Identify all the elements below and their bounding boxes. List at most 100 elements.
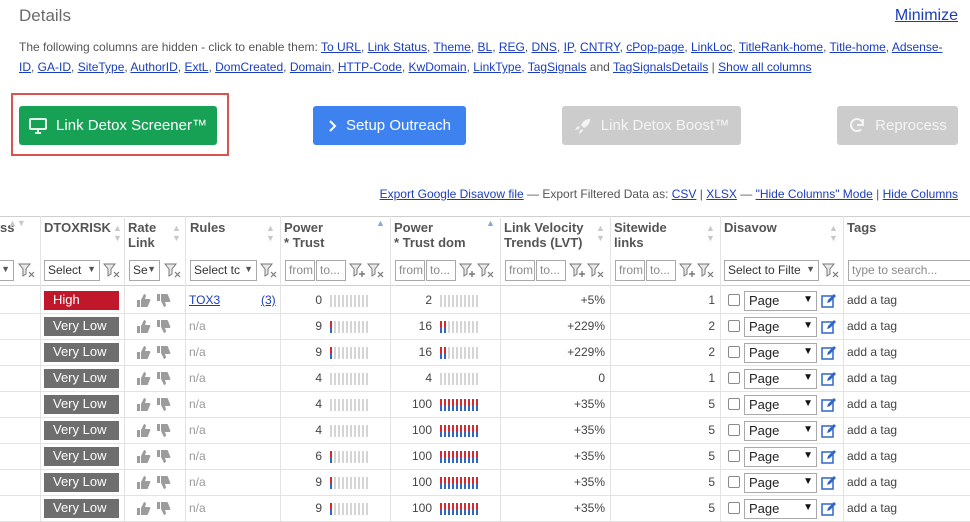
hide-columns-link[interactable]: Hide Columns <box>883 187 958 201</box>
filter-clear-icon[interactable] <box>587 263 605 279</box>
filter-select-dtoxrisk[interactable]: Select ▼ <box>44 260 100 281</box>
rate-thumbs-icon[interactable] <box>135 292 173 308</box>
disavow-level-select[interactable]: Page ▼ <box>744 343 817 363</box>
filter-clear-icon[interactable] <box>164 263 182 279</box>
filter-add-icon[interactable] <box>679 263 697 279</box>
filter-clear-icon[interactable] <box>697 263 715 279</box>
hidden-column-link[interactable]: DomCreated <box>215 60 283 74</box>
sort-icon[interactable]: ▲▼ <box>596 223 605 243</box>
col-header-rules[interactable]: Rules <box>190 220 225 235</box>
disavow-checkbox[interactable] <box>728 424 740 436</box>
col-header-tags[interactable]: Tags <box>847 220 876 235</box>
hidden-column-link[interactable]: Adsense- <box>892 40 943 54</box>
add-tag-link[interactable]: add a tag <box>847 397 897 411</box>
disavow-checkbox[interactable] <box>728 450 740 462</box>
disavow-checkbox[interactable] <box>728 372 740 384</box>
add-tag-link[interactable]: add a tag <box>847 345 897 359</box>
edit-icon[interactable] <box>821 345 837 361</box>
col-header-disavow[interactable]: Disavow <box>724 220 777 235</box>
export-disavow-link[interactable]: Export Google Disavow file <box>380 187 524 201</box>
hidden-column-link[interactable]: GA-ID <box>38 60 71 74</box>
hidden-column-link[interactable]: TitleRank-home <box>739 40 823 54</box>
add-tag-link[interactable]: add a tag <box>847 501 897 515</box>
hidden-column-link[interactable]: LinkLoc <box>691 40 732 54</box>
disavow-level-select[interactable]: Page ▼ <box>744 421 817 441</box>
hidden-column-link[interactable]: ExtL <box>184 60 208 74</box>
filter-select-rate[interactable]: Se ▼ <box>129 260 160 281</box>
rule-count-link[interactable]: (3) <box>261 293 276 307</box>
hidden-column-link[interactable]: HTTP-Code <box>338 60 402 74</box>
hidden-column-link[interactable]: Domain <box>290 60 331 74</box>
sort-icon[interactable]: ▲▼ <box>706 223 715 243</box>
disavow-checkbox[interactable] <box>728 294 740 306</box>
rate-thumbs-icon[interactable] <box>135 474 173 490</box>
hidden-column-link[interactable]: REG <box>499 40 525 54</box>
rate-thumbs-icon[interactable] <box>135 500 173 516</box>
range-to-input[interactable]: to... <box>536 260 566 281</box>
range-from-input[interactable]: from <box>395 260 425 281</box>
col-header-rate-link[interactable]: Rate Link <box>128 220 156 250</box>
add-tag-link[interactable]: add a tag <box>847 449 897 463</box>
disavow-checkbox[interactable] <box>728 476 740 488</box>
disavow-level-select[interactable]: Page ▼ <box>744 369 817 389</box>
hidden-column-link[interactable]: TagSignalsDetails <box>613 60 708 74</box>
reprocess-button[interactable]: Reprocess <box>837 106 958 145</box>
minimize-link[interactable]: Minimize <box>895 7 958 25</box>
range-from-input[interactable]: from <box>285 260 315 281</box>
filter-clear-icon[interactable] <box>367 263 385 279</box>
filter-select-disavow[interactable]: Select to Filte ▼ <box>724 260 819 281</box>
range-from-input[interactable]: from <box>615 260 645 281</box>
sort-icon[interactable]: ▲▼ <box>113 223 122 243</box>
sort-icon[interactable]: ▲▼ <box>266 223 275 243</box>
add-tag-link[interactable]: add a tag <box>847 319 897 333</box>
filter-clear-icon[interactable] <box>477 263 495 279</box>
filter-clear-icon[interactable] <box>822 263 840 279</box>
disavow-level-select[interactable]: Page ▼ <box>744 473 817 493</box>
range-to-input[interactable]: to... <box>646 260 676 281</box>
add-tag-link[interactable]: add a tag <box>847 293 897 307</box>
link-detox-boost-button[interactable]: Link Detox Boost™ <box>562 106 741 145</box>
rate-thumbs-icon[interactable] <box>135 370 173 386</box>
edit-icon[interactable] <box>821 293 837 309</box>
filter-clear-icon[interactable] <box>18 263 36 279</box>
rate-thumbs-icon[interactable] <box>135 448 173 464</box>
add-tag-link[interactable]: add a tag <box>847 475 897 489</box>
sort-icon[interactable]: ▲▼ <box>829 223 838 243</box>
rate-thumbs-icon[interactable] <box>135 344 173 360</box>
rate-thumbs-icon[interactable] <box>135 422 173 438</box>
disavow-checkbox[interactable] <box>728 398 740 410</box>
col-header-dtoxrisk[interactable]: DTOXRISK <box>44 220 111 235</box>
show-all-columns-link[interactable]: Show all columns <box>718 60 811 74</box>
hidden-column-link[interactable]: Title-home <box>830 40 886 54</box>
hide-columns-mode-link[interactable]: "Hide Columns" Mode <box>756 187 873 201</box>
hidden-column-link[interactable]: Link Status <box>368 40 427 54</box>
col-header-sitewide[interactable]: Sitewide links <box>614 220 667 250</box>
filter-add-icon[interactable] <box>349 263 367 279</box>
edit-icon[interactable] <box>821 449 837 465</box>
tags-search-input[interactable]: type to search... <box>848 260 970 281</box>
edit-icon[interactable] <box>821 319 837 335</box>
disavow-level-select[interactable]: Page ▼ <box>744 291 817 311</box>
hidden-column-link[interactable]: LinkType <box>473 60 521 74</box>
filter-clear-icon[interactable] <box>103 263 121 279</box>
col-header-power-trust[interactable]: Power * Trust <box>284 220 324 250</box>
filter-clear-icon[interactable] <box>260 263 278 279</box>
col-header-power-trust-dom[interactable]: Power * Trust dom <box>394 220 466 250</box>
edit-icon[interactable] <box>821 371 837 387</box>
disavow-level-select[interactable]: Page ▼ <box>744 499 817 519</box>
sort-icon[interactable]: ▲▼ <box>8 218 26 228</box>
add-tag-link[interactable]: add a tag <box>847 423 897 437</box>
export-xlsx-link[interactable]: XLSX <box>706 187 737 201</box>
filter-select-rules[interactable]: Select tc ▼ <box>190 260 257 281</box>
add-tag-link[interactable]: add a tag <box>847 371 897 385</box>
sort-asc-icon[interactable]: ▲ <box>376 218 385 228</box>
disavow-checkbox[interactable] <box>728 320 740 332</box>
hidden-column-link[interactable]: BL <box>478 40 493 54</box>
link-detox-screener-button[interactable]: Link Detox Screener™ <box>19 106 217 145</box>
edit-icon[interactable] <box>821 501 837 517</box>
edit-icon[interactable] <box>821 475 837 491</box>
sort-asc-icon[interactable]: ▲ <box>486 218 495 228</box>
filter-select-ss[interactable]: ▼ <box>0 260 14 281</box>
hidden-column-link[interactable]: AuthorID <box>130 60 177 74</box>
hidden-column-link[interactable]: ID <box>19 60 31 74</box>
